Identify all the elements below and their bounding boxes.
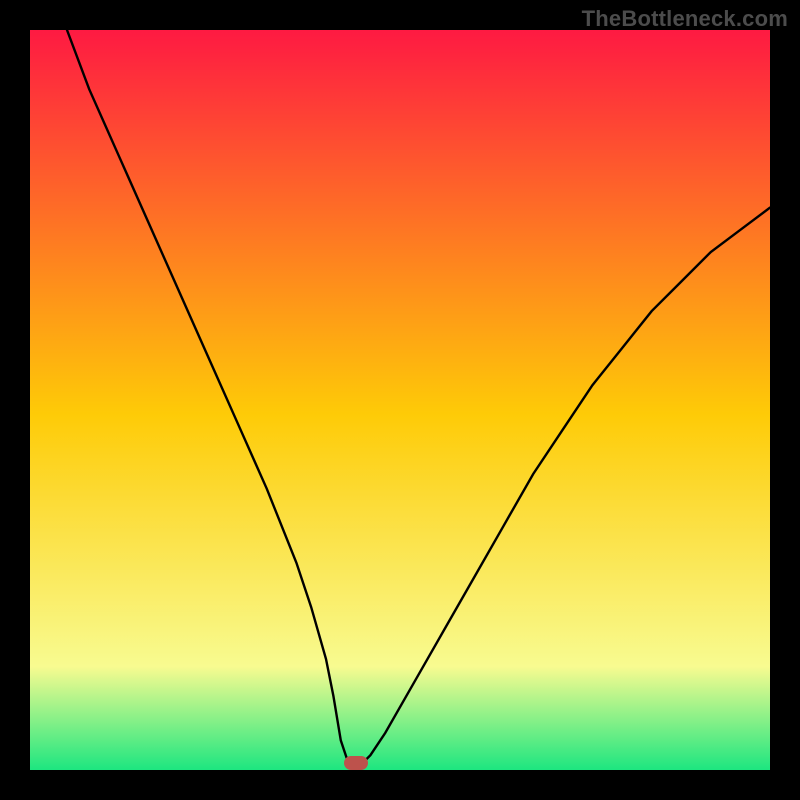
plot-area (30, 30, 770, 770)
bottleneck-curve (30, 30, 770, 770)
watermark-text: TheBottleneck.com (582, 6, 788, 32)
optimum-marker (344, 756, 368, 770)
chart-frame: TheBottleneck.com (0, 0, 800, 800)
